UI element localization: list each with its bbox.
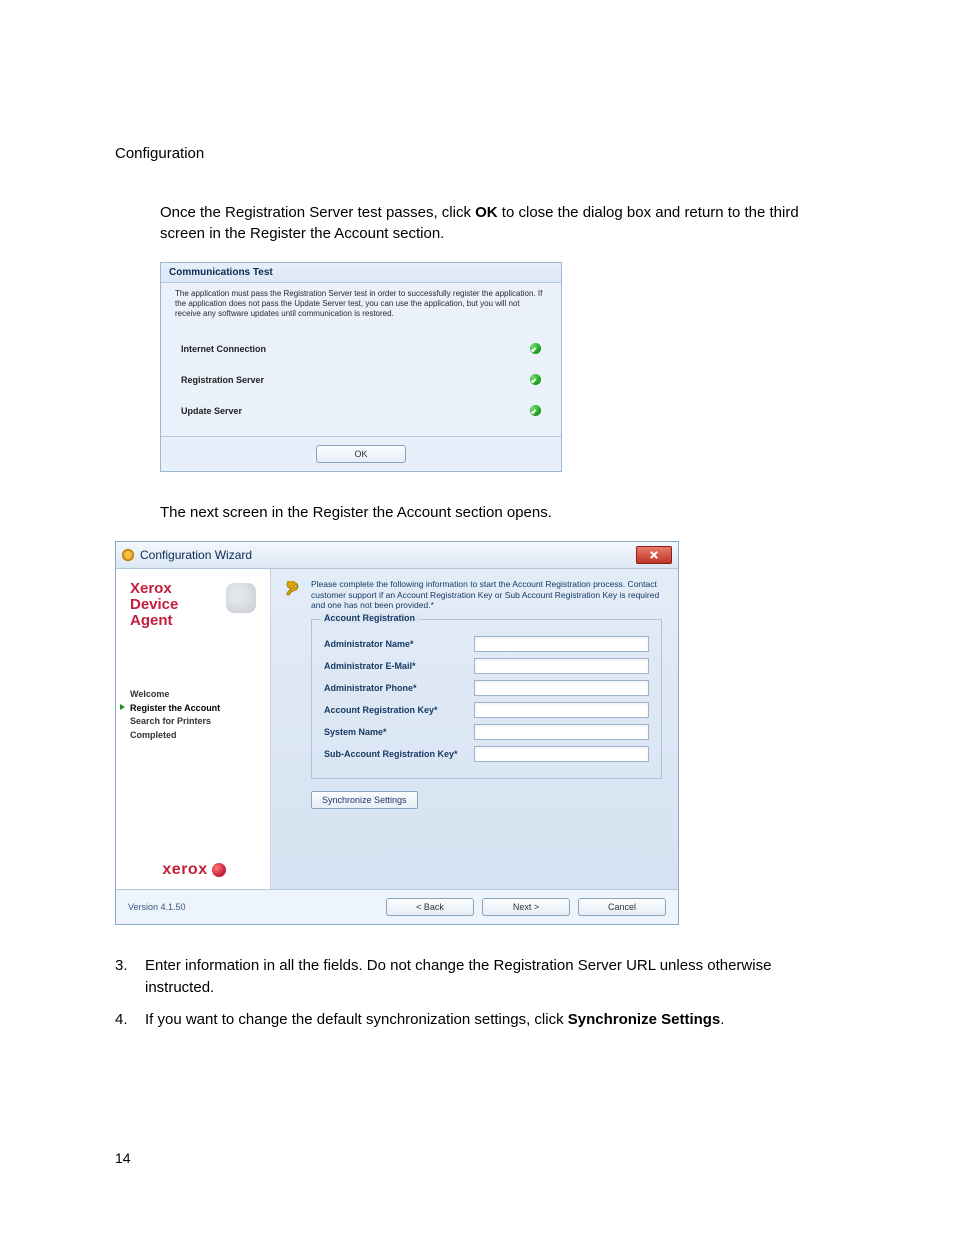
field-label: System Name* bbox=[324, 727, 474, 737]
field-label: Administrator E-Mail* bbox=[324, 661, 474, 671]
step-text: If you want to change the default synchr… bbox=[145, 1009, 839, 1031]
text: Once the Registration Server test passes… bbox=[160, 204, 475, 221]
logo-line: Agent bbox=[130, 613, 258, 629]
test-row-registration: Registration Server bbox=[175, 364, 547, 395]
close-button[interactable] bbox=[636, 546, 672, 564]
field-system-name: System Name* bbox=[324, 724, 649, 740]
synchronize-settings-button[interactable]: Synchronize Settings bbox=[311, 791, 418, 809]
wizard-footer: Version 4.1.50 < Back Next > Cancel bbox=[116, 889, 678, 924]
sync-bold: Synchronize Settings bbox=[568, 1011, 721, 1028]
account-registration-group: Account Registration Administrator Name*… bbox=[311, 619, 662, 779]
step-number: 3. bbox=[115, 955, 145, 999]
wizard-title: Configuration Wizard bbox=[140, 548, 252, 562]
wizard-step-search: Search for Printers bbox=[130, 715, 258, 729]
communications-test-dialog: Communications Test The application must… bbox=[160, 262, 562, 472]
ok-bold: OK bbox=[475, 204, 498, 221]
check-pass-icon bbox=[530, 343, 541, 354]
test-label: Registration Server bbox=[181, 375, 264, 385]
version-label: Version 4.1.50 bbox=[128, 902, 186, 912]
para-next-screen: The next screen in the Register the Acco… bbox=[160, 502, 839, 523]
field-label: Administrator Name* bbox=[324, 639, 474, 649]
text: If you want to change the default synchr… bbox=[145, 1011, 568, 1028]
logo-graphic-icon bbox=[226, 583, 256, 613]
test-label: Internet Connection bbox=[181, 344, 266, 354]
test-label: Update Server bbox=[181, 406, 242, 416]
next-button[interactable]: Next > bbox=[482, 898, 570, 916]
para-close-dialog: Once the Registration Server test passes… bbox=[160, 202, 839, 244]
instruction-list: 3. Enter information in all the fields. … bbox=[115, 955, 839, 1030]
back-button[interactable]: < Back bbox=[386, 898, 474, 916]
page-number: 14 bbox=[115, 1150, 839, 1166]
check-pass-icon bbox=[530, 405, 541, 416]
step-label: Register the Account bbox=[130, 703, 220, 713]
admin-name-input[interactable] bbox=[474, 636, 649, 652]
admin-phone-input[interactable] bbox=[474, 680, 649, 696]
field-admin-phone: Administrator Phone* bbox=[324, 680, 649, 696]
wizard-instruction: Please complete the following informatio… bbox=[311, 579, 662, 611]
field-admin-email: Administrator E-Mail* bbox=[324, 658, 649, 674]
wizard-main-panel: Please complete the following informatio… bbox=[271, 569, 678, 889]
group-legend: Account Registration bbox=[320, 613, 419, 623]
xerox-sphere-icon bbox=[212, 863, 226, 877]
xerox-brand: xerox bbox=[130, 861, 258, 879]
check-pass-icon bbox=[530, 374, 541, 385]
key-icon bbox=[285, 581, 301, 597]
dialog-title: Communications Test bbox=[161, 263, 561, 282]
ok-button[interactable]: OK bbox=[316, 445, 406, 463]
field-label: Account Registration Key* bbox=[324, 705, 474, 715]
wizard-step-completed: Completed bbox=[130, 729, 258, 743]
field-admin-name: Administrator Name* bbox=[324, 636, 649, 652]
cancel-button[interactable]: Cancel bbox=[578, 898, 666, 916]
instruction-step-3: 3. Enter information in all the fields. … bbox=[115, 955, 839, 999]
wizard-titlebar: Configuration Wizard bbox=[116, 542, 678, 569]
wizard-step-register: Register the Account bbox=[130, 702, 258, 716]
brand-text: xerox bbox=[162, 861, 207, 879]
test-row-update: Update Server bbox=[175, 395, 547, 426]
step-text: Enter information in all the fields. Do … bbox=[145, 955, 839, 999]
wizard-sidebar: Xerox Device Agent Welcome Register the … bbox=[116, 569, 271, 889]
field-label: Administrator Phone* bbox=[324, 683, 474, 693]
xerox-device-agent-logo: Xerox Device Agent bbox=[130, 581, 258, 628]
system-name-input[interactable] bbox=[474, 724, 649, 740]
test-row-internet: Internet Connection bbox=[175, 333, 547, 364]
text: . bbox=[720, 1011, 724, 1028]
field-subaccount-key: Sub-Account Registration Key* bbox=[324, 746, 649, 762]
field-account-key: Account Registration Key* bbox=[324, 702, 649, 718]
gear-icon bbox=[122, 549, 134, 561]
current-step-arrow-icon bbox=[120, 704, 125, 710]
wizard-step-welcome: Welcome bbox=[130, 688, 258, 702]
subaccount-key-input[interactable] bbox=[474, 746, 649, 762]
wizard-step-list: Welcome Register the Account Search for … bbox=[130, 688, 258, 742]
instruction-step-4: 4. If you want to change the default syn… bbox=[115, 1009, 839, 1031]
field-label: Sub-Account Registration Key* bbox=[324, 749, 474, 759]
step-number: 4. bbox=[115, 1009, 145, 1031]
dialog-description: The application must pass the Registrati… bbox=[175, 289, 547, 319]
admin-email-input[interactable] bbox=[474, 658, 649, 674]
section-header: Configuration bbox=[115, 145, 839, 162]
configuration-wizard-dialog: Configuration Wizard Xerox Device Agent … bbox=[115, 541, 679, 925]
account-key-input[interactable] bbox=[474, 702, 649, 718]
